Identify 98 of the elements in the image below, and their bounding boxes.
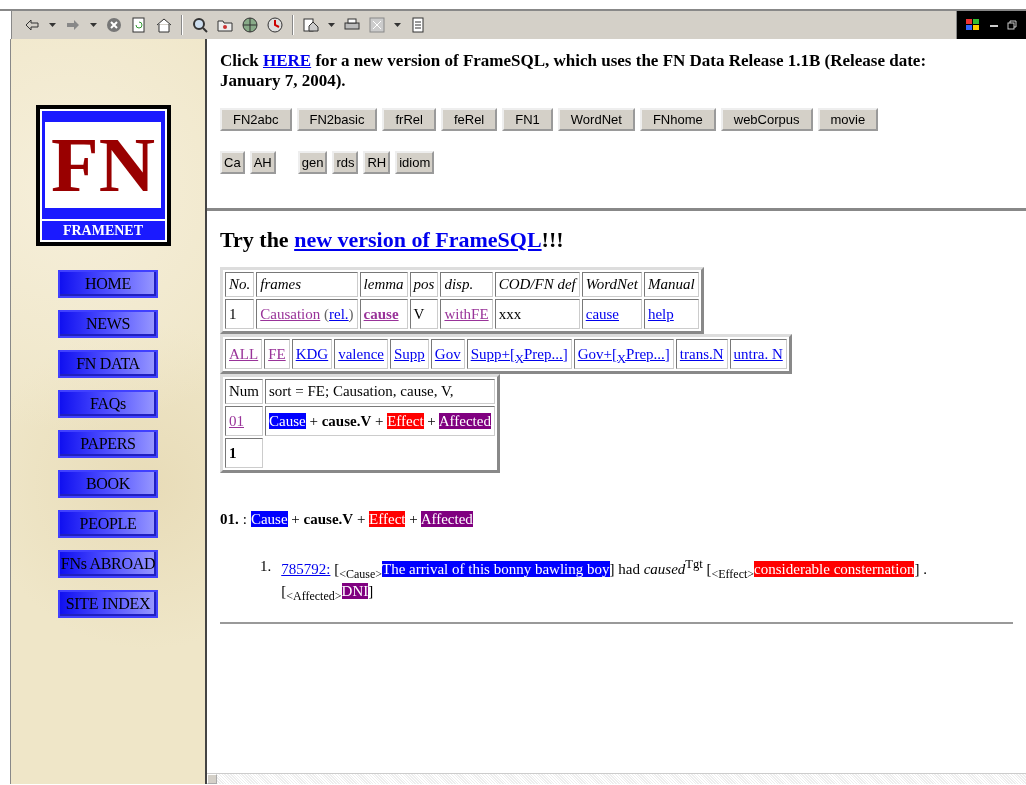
back-arrow-icon[interactable] bbox=[24, 17, 40, 33]
sentence-text: had bbox=[618, 561, 640, 577]
nav-button[interactable]: PAPERS bbox=[58, 430, 158, 458]
nav-button[interactable]: FN2basic bbox=[296, 108, 378, 131]
mail-icon[interactable] bbox=[303, 17, 319, 33]
plus-sign: + bbox=[427, 412, 436, 429]
column-header: sort = FE; Causation, cause, V, bbox=[265, 379, 495, 404]
nav-button[interactable]: rds bbox=[332, 151, 359, 174]
stop-icon[interactable] bbox=[106, 17, 122, 33]
bracket-text: ] bbox=[368, 583, 374, 599]
nav-button[interactable]: frRel bbox=[382, 108, 436, 131]
frame-link[interactable]: Causation bbox=[260, 305, 321, 322]
plus-sign: + bbox=[291, 511, 300, 527]
caret-icon[interactable] bbox=[394, 23, 401, 27]
fe-highlight: Cause bbox=[269, 412, 306, 429]
plus-sign: + bbox=[374, 412, 384, 429]
nav-button[interactable]: Ca bbox=[220, 151, 245, 174]
sentence-number: 1. bbox=[260, 558, 272, 576]
fe-highlight: Effect bbox=[369, 511, 406, 527]
relation-link[interactable]: rel. bbox=[329, 305, 349, 322]
nav-button[interactable]: FN1 bbox=[502, 108, 553, 131]
nav-button[interactable]: FN DATA bbox=[58, 350, 158, 378]
caret-icon[interactable] bbox=[49, 23, 56, 27]
fe-highlight: The arrival of this bonny bawling boy bbox=[382, 561, 610, 577]
history-icon[interactable] bbox=[267, 17, 283, 33]
globe-icon[interactable] bbox=[242, 17, 258, 33]
fe-highlight: Affected bbox=[438, 412, 491, 429]
heading-link[interactable]: new version of FrameSQL bbox=[294, 227, 542, 252]
nav-button[interactable]: FNs ABROAD bbox=[58, 550, 158, 578]
caret-icon[interactable] bbox=[90, 23, 97, 27]
column-header: pos bbox=[409, 272, 439, 297]
nav-button[interactable]: FNhome bbox=[639, 108, 716, 131]
bracket-text: ) bbox=[348, 305, 354, 322]
column-header: WordNet bbox=[581, 272, 642, 297]
nav-button[interactable]: gen bbox=[297, 151, 328, 174]
nav-button[interactable]: BOOK bbox=[58, 470, 158, 498]
plus-sign: + bbox=[356, 511, 366, 527]
sentence-link[interactable]: 785792: bbox=[281, 561, 331, 577]
nav-button[interactable]: SITE INDEX bbox=[58, 590, 158, 618]
nav-button[interactable]: FN2abc bbox=[220, 108, 292, 131]
home-icon[interactable] bbox=[156, 17, 172, 33]
display-link[interactable]: withFE bbox=[444, 305, 489, 322]
nav-button[interactable]: movie bbox=[817, 108, 879, 131]
nav-button[interactable]: HOME bbox=[58, 270, 158, 298]
plus-sign: + bbox=[409, 511, 418, 527]
fe-highlight: Cause bbox=[250, 511, 288, 527]
logo-caption: FRAMENET bbox=[41, 219, 165, 240]
table-cell: xxx bbox=[494, 299, 580, 329]
nav-button[interactable]: PEOPLE bbox=[58, 510, 158, 538]
nav-button[interactable]: idiom bbox=[395, 151, 435, 174]
nav-button[interactable]: RH bbox=[363, 151, 391, 174]
refresh-icon[interactable] bbox=[131, 17, 147, 33]
logo-drawing[interactable]: FN FRAMENET bbox=[35, 105, 171, 246]
bracket-text: ] bbox=[609, 561, 615, 577]
restore-icon[interactable] bbox=[1007, 20, 1017, 30]
search-icon[interactable] bbox=[192, 17, 208, 33]
print-icon[interactable] bbox=[344, 17, 360, 33]
flag-icon bbox=[965, 18, 981, 32]
fe-highlight: considerable consternation bbox=[754, 561, 915, 577]
logo-mark: FN bbox=[45, 122, 161, 208]
horizontal-scrollbar[interactable] bbox=[207, 773, 1026, 784]
wordnet-link[interactable]: cause bbox=[585, 305, 620, 322]
table-cell: 1 bbox=[225, 299, 255, 329]
target-word: caused$^{Tgt}$ bbox=[643, 561, 703, 577]
column-header: COD/FN def bbox=[494, 272, 580, 297]
nav-button[interactable]: FAQs bbox=[58, 390, 158, 418]
bracket-text: ] bbox=[914, 561, 920, 577]
here-link[interactable]: HERE bbox=[263, 51, 312, 70]
notice-text: Click HERE for a new version of FrameSQL, which uses the FN Data Release 1.1B (Release date: January 7, 2004). bbox=[220, 51, 928, 91]
table-cell: V bbox=[409, 299, 439, 329]
fe-highlight: Effect bbox=[387, 412, 424, 429]
target-word: cause.V bbox=[321, 412, 372, 429]
column-header: Manual bbox=[643, 272, 699, 297]
nav-button[interactable]: webCorpus bbox=[720, 108, 813, 131]
column-header: frames bbox=[256, 272, 358, 297]
help-link[interactable]: help bbox=[647, 305, 674, 322]
plus-sign: + bbox=[309, 412, 318, 429]
column-header: lemma bbox=[359, 272, 408, 297]
separator-text: : bbox=[242, 511, 247, 528]
bracket-text: ( bbox=[324, 305, 329, 322]
table-cell: 1 bbox=[225, 438, 263, 468]
column-header: No. bbox=[225, 272, 255, 297]
nav-button[interactable]: feRel bbox=[440, 108, 498, 131]
nav-button[interactable]: AH bbox=[249, 151, 276, 174]
result-label: 01. bbox=[220, 511, 239, 528]
sentence-text: . bbox=[923, 561, 927, 577]
nav-button[interactable]: WordNet bbox=[557, 108, 635, 131]
fe-highlight: Affected bbox=[420, 511, 473, 527]
page-heading: Try the new version of FrameSQL!!! bbox=[220, 227, 565, 253]
nav-button[interactable]: NEWS bbox=[58, 310, 158, 338]
column-header: disp. bbox=[440, 272, 493, 297]
notepad-icon[interactable] bbox=[410, 17, 426, 33]
target-word: cause.V bbox=[303, 511, 354, 527]
caret-icon[interactable] bbox=[328, 23, 335, 27]
lemma-link[interactable]: cause bbox=[363, 305, 399, 322]
column-header: Num bbox=[225, 379, 263, 404]
folder-icon[interactable] bbox=[217, 17, 233, 33]
fe-highlight: DNI bbox=[341, 583, 369, 599]
